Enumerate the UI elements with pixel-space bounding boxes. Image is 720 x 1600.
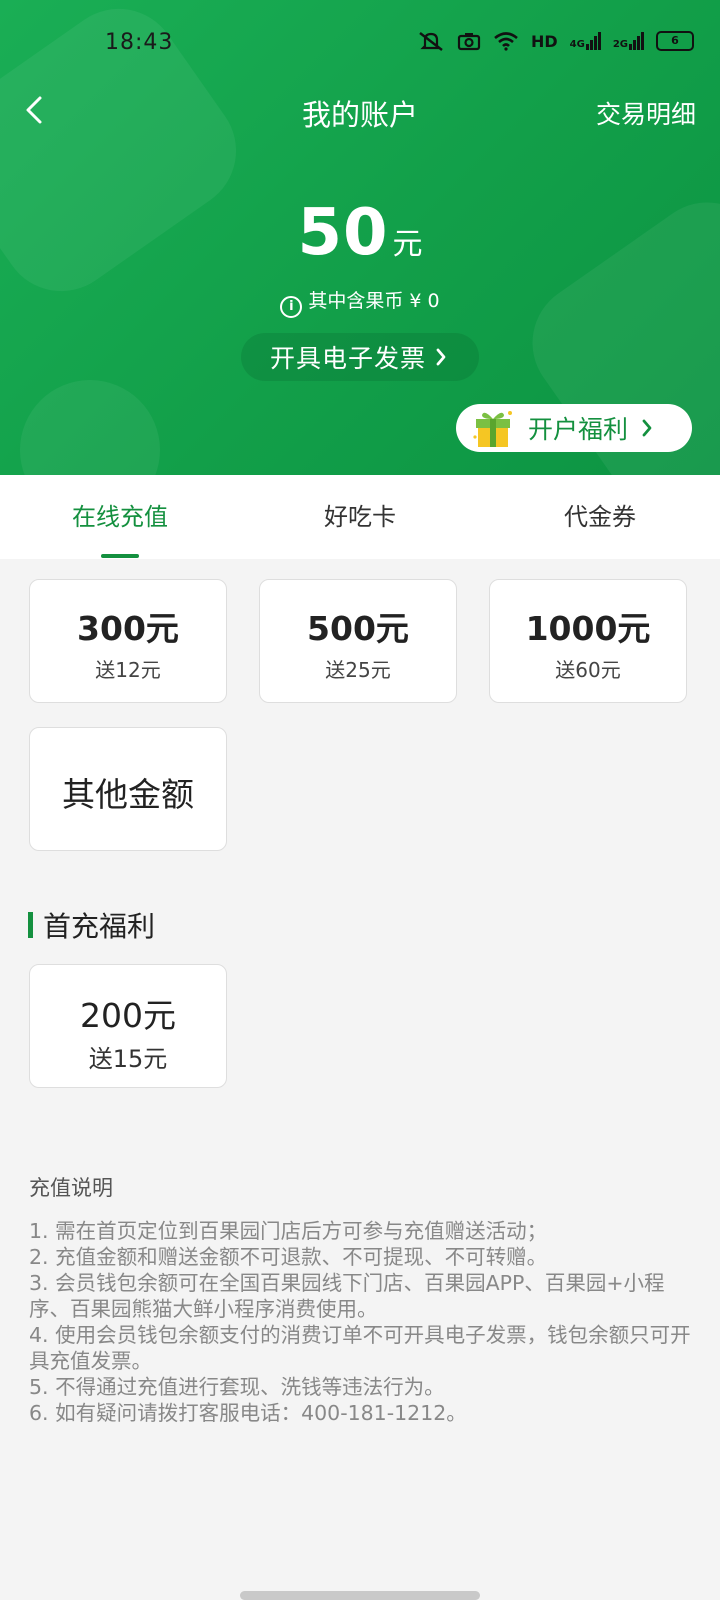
home-indicator[interactable] bbox=[240, 1591, 480, 1600]
wifi-icon bbox=[494, 32, 518, 51]
recharge-bonus: 送15元 bbox=[88, 1045, 168, 1073]
note-line: 2. 充值金额和赠送金额不可退款、不可提现、不可转赠。 bbox=[29, 1245, 548, 1269]
note-line: 6. 如有疑问请拨打客服电话：400-181-1212。 bbox=[29, 1401, 467, 1425]
header-decoration bbox=[20, 380, 160, 475]
recharge-bonus: 送60元 bbox=[555, 658, 621, 682]
e-invoice-button[interactable]: 开具电子发票 bbox=[241, 333, 479, 381]
battery-icon: 6 bbox=[656, 31, 694, 51]
recharge-notes: 1. 需在首页定位到百果园门店后方可参与充值赠送活动； 2. 充值金额和赠送金额… bbox=[29, 1218, 704, 1426]
tab-haochi-card[interactable]: 好吃卡 bbox=[240, 475, 480, 559]
camera-icon bbox=[457, 33, 481, 51]
note-line: 4. 使用会员钱包余额支付的消费订单不可开具电子发票，钱包余额只可开具充值发票。 bbox=[29, 1323, 691, 1373]
first-recharge-section-title: 首充福利 bbox=[28, 905, 155, 945]
recharge-amount: 500元 bbox=[307, 609, 409, 648]
section-marker bbox=[28, 912, 33, 938]
tab-bar: 在线充值 好吃卡 代金券 bbox=[0, 475, 720, 559]
signal-2g-label: 2G bbox=[612, 39, 628, 50]
account-header: 18:43 HD 4G 2G 6 我的账户 交易明细 50 元 i 其中含果币 … bbox=[0, 0, 720, 475]
other-amount-label: 其他金额 bbox=[62, 775, 194, 814]
balance-note-text: 其中含果币 ¥ 0 bbox=[308, 290, 440, 312]
balance-display: 50 元 bbox=[0, 196, 720, 270]
recharge-bonus: 送25元 bbox=[325, 658, 391, 682]
chevron-right-icon bbox=[436, 348, 446, 366]
mute-icon bbox=[419, 32, 443, 51]
chevron-right-icon bbox=[642, 419, 652, 437]
note-line: 3. 会员钱包余额可在全国百果园线下门店、百果园APP、百果园+小程序、百果园熊… bbox=[29, 1271, 665, 1321]
signal-4g-label: 4G bbox=[569, 39, 585, 50]
account-benefits-label: 开户福利 bbox=[528, 415, 629, 444]
gift-icon bbox=[473, 411, 512, 447]
tab-online-recharge[interactable]: 在线充值 bbox=[0, 475, 240, 559]
info-icon[interactable]: i bbox=[280, 296, 303, 318]
signal-4g-icon: 4G bbox=[570, 32, 601, 50]
account-benefits-button[interactable]: 开户福利 bbox=[456, 404, 692, 452]
note-line: 5. 不得通过充值进行套现、洗钱等违法行为。 bbox=[29, 1375, 445, 1399]
first-recharge-option-200[interactable]: 200元 送15元 bbox=[29, 964, 227, 1088]
recharge-amount: 1000元 bbox=[525, 609, 651, 648]
recharge-option-300[interactable]: 300元 送12元 bbox=[29, 579, 227, 703]
balance-note: i 其中含果币 ¥ 0 bbox=[0, 286, 720, 318]
first-recharge-title-text: 首充福利 bbox=[43, 910, 156, 943]
recharge-option-500[interactable]: 500元 送25元 bbox=[259, 579, 457, 703]
status-bar: 18:43 HD 4G 2G 6 bbox=[0, 0, 720, 90]
hd-label: HD bbox=[530, 31, 558, 51]
recharge-option-1000[interactable]: 1000元 送60元 bbox=[489, 579, 687, 703]
status-time: 18:43 bbox=[105, 30, 174, 55]
active-tab-indicator bbox=[101, 554, 139, 558]
other-amount-button[interactable]: 其他金额 bbox=[29, 727, 227, 851]
note-line: 1. 需在首页定位到百果园门店后方可参与充值赠送活动； bbox=[29, 1219, 548, 1243]
recharge-amount: 300元 bbox=[77, 609, 179, 648]
tab-vouchers[interactable]: 代金券 bbox=[480, 475, 720, 559]
status-icons: HD 4G 2G 6 bbox=[417, 30, 694, 52]
balance-unit: 元 bbox=[392, 227, 423, 262]
recharge-bonus: 送12元 bbox=[95, 658, 161, 682]
transaction-details-link[interactable]: 交易明细 bbox=[596, 95, 696, 131]
recharge-notes-title: 充值说明 bbox=[29, 1176, 113, 1200]
balance-amount: 50 bbox=[297, 196, 389, 270]
signal-2g-icon: 2G bbox=[613, 32, 644, 50]
e-invoice-label: 开具电子发票 bbox=[269, 344, 426, 373]
recharge-amount: 200元 bbox=[80, 996, 176, 1035]
